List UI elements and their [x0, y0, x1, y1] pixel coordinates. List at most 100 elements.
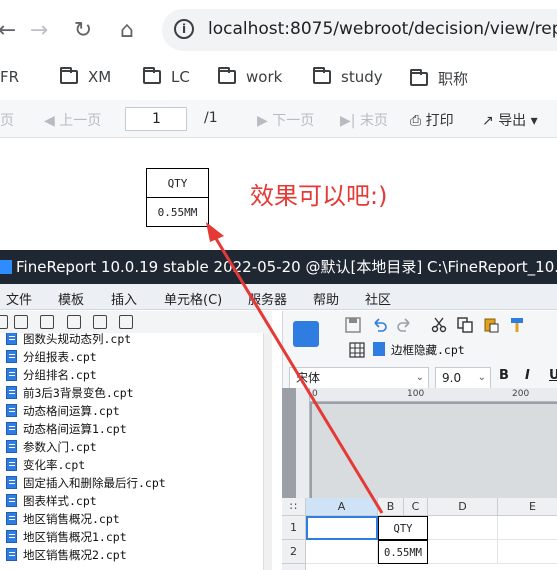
list-item[interactable]: 参数入门.cpt: [0, 439, 97, 457]
page-total: /1: [204, 110, 218, 126]
column-header-d[interactable]: D: [428, 498, 498, 516]
cpt-file-icon: [6, 494, 17, 507]
bookmark-xm[interactable]: XM: [60, 67, 111, 86]
back-icon[interactable]: ←: [0, 15, 22, 45]
export-button[interactable]: ↗ 导出 ▾: [482, 110, 538, 130]
chevron-down-icon: ⌄: [415, 372, 424, 383]
save-icon[interactable]: [345, 317, 361, 333]
font-family-value: 宋体: [296, 371, 321, 385]
cpt-file-icon: [6, 368, 17, 381]
menu-template[interactable]: 模板: [58, 289, 84, 308]
list-item[interactable]: 前3后3背景变色.cpt: [0, 385, 134, 403]
menu-community[interactable]: 社区: [365, 289, 391, 308]
column-header-e[interactable]: E: [498, 498, 557, 516]
undo-icon[interactable]: [371, 317, 387, 333]
cell-e1[interactable]: [498, 516, 557, 540]
site-info-icon[interactable]: i: [174, 19, 194, 39]
list-item[interactable]: 动态格间运算.cpt: [0, 403, 120, 421]
last-page-button[interactable]: ▶| 末页: [340, 110, 388, 130]
prev-page-button[interactable]: ◀ 上一页: [44, 110, 101, 130]
designer-title: FineReport 10.0.19 stable 2022-05-20 @默认…: [16, 258, 557, 276]
list-item[interactable]: 分组报表.cpt: [0, 349, 97, 367]
list-item[interactable]: 分组排名.cpt: [0, 367, 97, 385]
cell-d2[interactable]: [428, 540, 498, 564]
list-item[interactable]: 图表样式.cpt: [0, 493, 97, 511]
folder-icon: [218, 67, 236, 84]
bookmark-label: FR: [0, 68, 20, 86]
menu-cell[interactable]: 单元格(C): [164, 289, 222, 308]
page-number-input[interactable]: 1: [125, 107, 187, 131]
report-toolbar: 首页 ◀ 上一页 1 /1 ▶ 下一页 ▶| 末页 ⎙ 打印 ↗ 导出 ▾: [0, 100, 557, 138]
underline-button[interactable]: U: [549, 368, 557, 383]
menu-server[interactable]: 服务器: [248, 289, 287, 308]
italic-button[interactable]: I: [525, 368, 530, 383]
cut-icon[interactable]: [431, 317, 447, 333]
row-header-2[interactable]: 2: [282, 540, 306, 564]
column-header-a[interactable]: A: [306, 498, 378, 516]
edit-icon[interactable]: [40, 315, 54, 329]
redo-icon[interactable]: [397, 317, 413, 333]
bookmark-zhicheng[interactable]: 职称: [410, 68, 468, 89]
column-header-c[interactable]: C: [404, 498, 428, 516]
copy-icon[interactable]: [119, 315, 133, 329]
row-header-3[interactable]: 3: [282, 564, 306, 570]
cell-d1[interactable]: [428, 516, 498, 540]
home-icon[interactable]: ⌂: [112, 15, 142, 45]
bookmark-lc[interactable]: LC: [143, 67, 190, 86]
cell-a2[interactable]: [306, 540, 378, 564]
list-item[interactable]: 固定插入和删除最后行.cpt: [0, 475, 166, 493]
file-name: 分组排名.cpt: [23, 368, 97, 382]
print-button[interactable]: ⎙ 打印: [410, 110, 454, 130]
format-painter-icon[interactable]: [509, 317, 525, 333]
preview-value-cell: 0.55MM: [146, 197, 209, 227]
bookmark-fr[interactable]: FR: [0, 68, 19, 86]
grid-icon[interactable]: [349, 342, 365, 358]
next-page-button[interactable]: ▶ 下一页: [257, 110, 314, 130]
list-item[interactable]: 地区销售概况1.cpt: [0, 529, 127, 547]
cpt-file-icon: [6, 350, 17, 363]
template-tab[interactable]: 边框隐藏.cpt: [391, 342, 465, 358]
grid-corner[interactable]: ∷: [282, 498, 306, 516]
cell-b2[interactable]: 0.55MM: [378, 540, 428, 564]
font-size-select[interactable]: 9.0 ⌄: [435, 367, 491, 389]
font-family-select[interactable]: 宋体 ⌄: [289, 367, 429, 389]
file-list-scrollbar[interactable]: [263, 333, 272, 570]
bold-button[interactable]: B: [499, 368, 509, 383]
first-page-button[interactable]: 首页: [0, 110, 14, 130]
list-item[interactable]: 动态格间运算1.cpt: [0, 421, 127, 439]
delete-icon[interactable]: [93, 315, 107, 329]
next-page-label: 下一页: [272, 113, 315, 129]
menu-help[interactable]: 帮助: [313, 289, 339, 308]
row-header-1[interactable]: 1: [282, 516, 306, 540]
column-header-b[interactable]: B: [378, 498, 404, 516]
file-name: 前3后3背景变色.cpt: [23, 386, 134, 400]
menu-insert[interactable]: 插入: [111, 289, 137, 308]
address-bar[interactable]: i localhost:8075/webroot/decision/view/r…: [162, 9, 557, 51]
forward-icon[interactable]: →: [24, 15, 54, 45]
folder-icon: [143, 67, 161, 84]
dataset-icon[interactable]: [293, 321, 319, 347]
bookmark-study[interactable]: study: [313, 67, 383, 86]
template-tab-icon: [373, 342, 385, 356]
reload-icon[interactable]: ↻: [68, 15, 98, 45]
sync-icon[interactable]: [14, 315, 28, 329]
copy-icon[interactable]: [457, 317, 473, 333]
cell-e2[interactable]: [498, 540, 557, 564]
bookmark-work[interactable]: work: [218, 67, 282, 86]
ruler-mark: 0: [312, 389, 318, 399]
menu-file[interactable]: 文件: [6, 289, 32, 308]
cell-a1[interactable]: [306, 516, 378, 540]
settings-icon[interactable]: [67, 315, 81, 329]
list-item[interactable]: 地区销售概况2.cpt: [0, 547, 127, 565]
refresh-icon[interactable]: [0, 315, 8, 329]
list-item[interactable]: 变化率.cpt: [0, 457, 85, 475]
bookmark-label: 职称: [438, 70, 469, 88]
cell-b1[interactable]: QTY: [378, 516, 428, 540]
designer-window: FineReport 10.0.19 stable 2022-05-20 @默认…: [0, 250, 557, 570]
list-item[interactable]: 地区销售概况.cpt: [0, 511, 120, 529]
paste-icon[interactable]: [483, 317, 499, 333]
bookmarks-bar: FR XM LC work study 职称: [0, 60, 557, 96]
prev-page-label: 上一页: [59, 113, 102, 129]
list-item[interactable]: 图数头规动态列.cpt: [0, 333, 131, 349]
print-label: 打印: [425, 113, 454, 129]
